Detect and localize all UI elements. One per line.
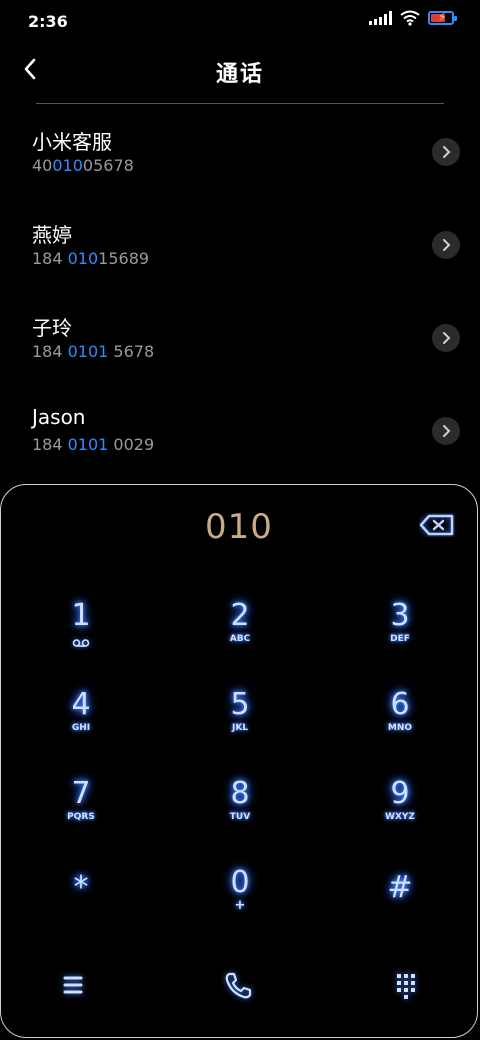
page-title: 通话 xyxy=(215,62,264,87)
key-3[interactable]: 3 DEF xyxy=(340,599,460,679)
contact-number: 4001005678 xyxy=(32,156,134,175)
contact-row[interactable]: Jason 184 0101 0029 xyxy=(0,391,480,484)
header-divider xyxy=(36,103,444,104)
key-6[interactable]: 6 MNO xyxy=(340,688,460,768)
phone-icon[interactable] xyxy=(219,965,259,1005)
key-hash[interactable]: # xyxy=(340,871,460,951)
keypad-icon[interactable] xyxy=(386,965,426,1005)
phone-screen: 2:36 ⚡ 通话 小米客服 4001005678 燕婷 184 0101568… xyxy=(0,0,480,1040)
contact-detail-button[interactable] xyxy=(432,231,460,259)
contact-name: 燕婷 xyxy=(32,223,72,247)
number-match-highlight: 010 xyxy=(52,156,83,175)
key-9[interactable]: 9 WXYZ xyxy=(340,777,460,857)
status-icons: ⚡ xyxy=(369,10,457,26)
voicemail-icon xyxy=(72,639,90,647)
dialed-number-display: 010 xyxy=(205,507,273,547)
dialer-panel: 010 1 2 ABC 3 DEF 4 GHI 5 JKL 6 MNO 7 PQ… xyxy=(0,484,478,1038)
key-0[interactable]: 0 + xyxy=(180,866,300,946)
menu-icon[interactable] xyxy=(53,965,93,1005)
key-5[interactable]: 5 JKL xyxy=(180,688,300,768)
contact-detail-button[interactable] xyxy=(432,417,460,445)
chevron-right-icon xyxy=(443,239,451,251)
contact-row[interactable]: 小米客服 4001005678 xyxy=(0,112,480,205)
contact-number: 184 01015689 xyxy=(32,249,150,268)
key-7[interactable]: 7 PQRS xyxy=(21,777,141,857)
status-time: 2:36 xyxy=(28,12,68,31)
chevron-right-icon xyxy=(443,146,451,158)
key-star[interactable]: * xyxy=(21,871,141,951)
key-1[interactable]: 1 xyxy=(21,599,141,679)
wifi-icon xyxy=(400,10,420,26)
contact-name: 小米客服 xyxy=(32,130,112,154)
battery-icon: ⚡ xyxy=(428,10,457,25)
contact-name: 子玲 xyxy=(32,316,72,340)
contact-row[interactable]: 燕婷 184 01015689 xyxy=(0,205,480,298)
key-2[interactable]: 2 ABC xyxy=(180,599,300,679)
number-match-highlight: 0101 xyxy=(67,342,109,361)
number-match-highlight: 0101 xyxy=(67,435,109,454)
contact-list: 小米客服 4001005678 燕婷 184 01015689 子玲 184 0… xyxy=(0,112,480,484)
contact-detail-button[interactable] xyxy=(432,324,460,352)
key-8[interactable]: 8 TUV xyxy=(180,777,300,857)
contact-number: 184 0101 5678 xyxy=(32,342,155,361)
contact-detail-button[interactable] xyxy=(432,138,460,166)
number-match-highlight: 010 xyxy=(67,249,99,268)
status-bar: 2:36 ⚡ xyxy=(0,0,480,44)
backspace-icon[interactable] xyxy=(419,513,455,537)
app-header: 通话 xyxy=(0,44,480,104)
chevron-right-icon xyxy=(443,332,451,344)
contact-row[interactable]: 子玲 184 0101 5678 xyxy=(0,298,480,391)
contact-name: Jason xyxy=(32,405,86,429)
key-4[interactable]: 4 GHI xyxy=(21,688,141,768)
chevron-right-icon xyxy=(443,425,451,437)
contact-number: 184 0101 0029 xyxy=(32,435,155,454)
signal-icon xyxy=(369,11,392,25)
